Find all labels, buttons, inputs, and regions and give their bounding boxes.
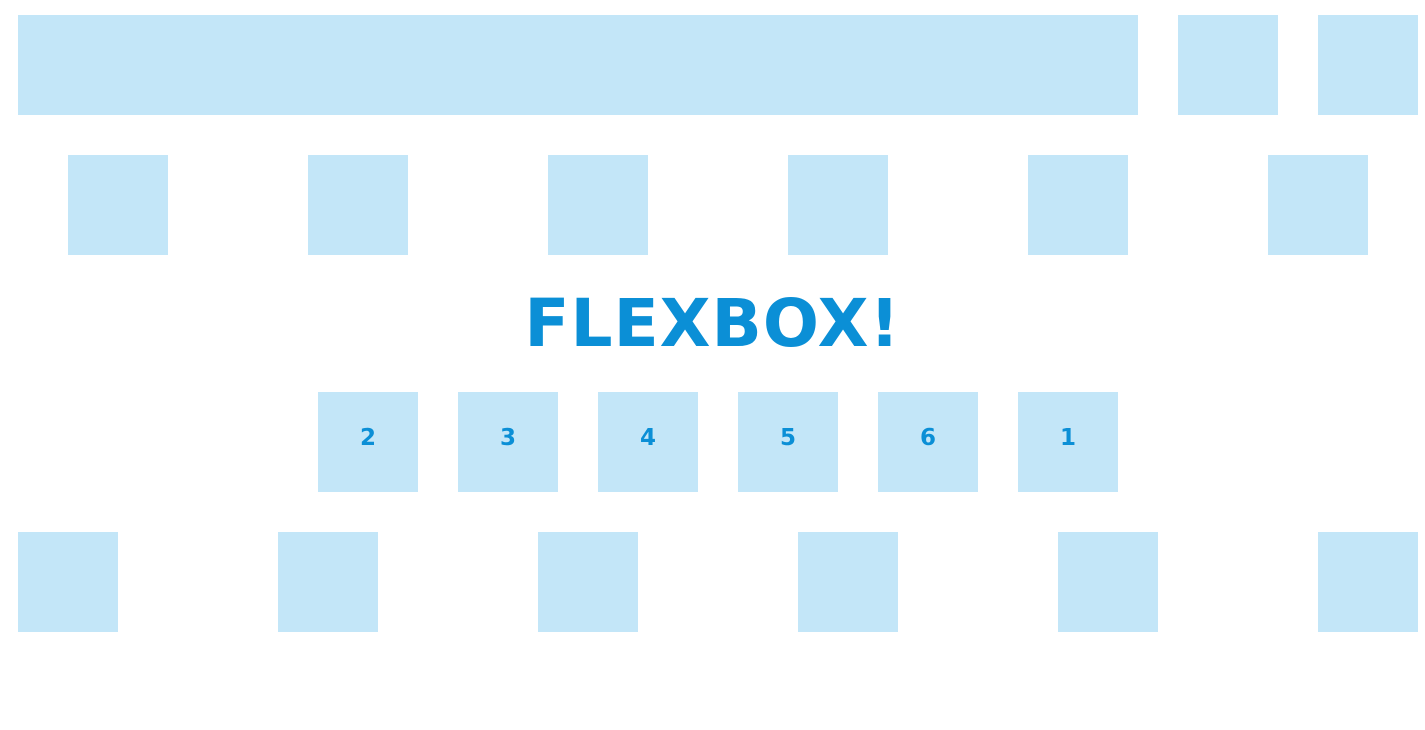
- ordered-item: 1: [1018, 392, 1118, 492]
- flex-item: [68, 155, 168, 255]
- flex-item: [1178, 15, 1278, 115]
- ordered-item: 2: [318, 392, 418, 492]
- flex-item: [548, 155, 648, 255]
- ordered-item-label: 6: [919, 425, 936, 451]
- ordered-item-label: 1: [1059, 425, 1076, 451]
- flexbox-demo-page: FLEXBOX! 2 3 4 5 6 1: [0, 0, 1425, 730]
- ordered-item-label: 3: [499, 425, 516, 451]
- flex-item: [1318, 15, 1418, 115]
- ordered-item-label: 4: [639, 425, 656, 451]
- ordered-item: 3: [458, 392, 558, 492]
- flex-item: [538, 532, 638, 632]
- ordered-item: 6: [878, 392, 978, 492]
- ordered-item-label: 2: [359, 425, 376, 451]
- flex-item: [788, 155, 888, 255]
- flex-item: [278, 532, 378, 632]
- flex-item: [1028, 155, 1128, 255]
- flex-item: [1268, 155, 1368, 255]
- flex-item: [18, 532, 118, 632]
- ordered-item-label: 5: [779, 425, 796, 451]
- flex-item: [1318, 532, 1418, 632]
- flex-item-grow: [18, 15, 1138, 115]
- ordered-item: 5: [738, 392, 838, 492]
- flex-item: [308, 155, 408, 255]
- ordered-item: 4: [598, 392, 698, 492]
- page-title: FLEXBOX!: [524, 285, 901, 362]
- flex-item: [798, 532, 898, 632]
- flex-item: [1058, 532, 1158, 632]
